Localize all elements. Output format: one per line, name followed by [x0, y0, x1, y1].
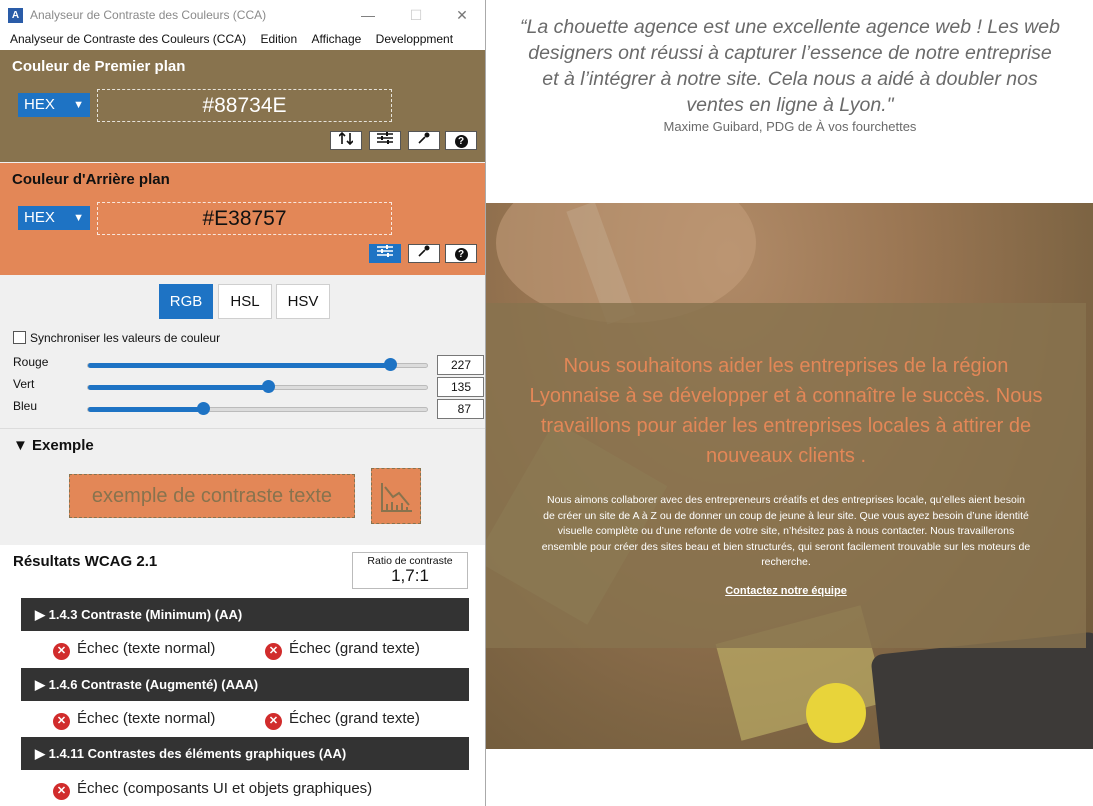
example-toggle[interactable]: ▼ Exemple [13, 437, 94, 454]
slider-label-blue: Bleu [13, 399, 38, 413]
tab-rgb[interactable]: RGB [159, 284, 213, 319]
green-value-input[interactable]: 135 [437, 377, 484, 397]
divider [0, 428, 485, 429]
cca-logo-icon: A [8, 8, 23, 23]
result-item: ✕ Échec (composants UI et objets graphiqu… [53, 780, 372, 800]
foreground-format-select[interactable]: HEX ▼ [18, 93, 90, 117]
slider-label-red: Rouge [13, 355, 49, 369]
tab-hsv[interactable]: HSV [276, 284, 330, 319]
testimonial-quote: “La chouette agence est une excellente a… [520, 16, 1060, 116]
sync-checkbox[interactable]: Synchroniser les valeurs de couleur [13, 331, 220, 345]
result-item: ✕ Échec (texte normal) [53, 710, 215, 730]
foreground-format-value: HEX [24, 96, 55, 113]
maximize-icon[interactable]: ☐ [405, 6, 427, 24]
fail-icon: ✕ [53, 783, 70, 800]
blue-slider[interactable] [87, 402, 428, 415]
foreground-hex-input[interactable]: #88734E [97, 89, 392, 122]
red-slider-fill [88, 363, 390, 368]
checkbox-box[interactable] [13, 331, 26, 344]
cca-window: A Analyseur de Contraste des Couleurs (C… [0, 0, 486, 806]
result-item: ✕ Échec (texte normal) [53, 640, 215, 660]
green-slider[interactable] [87, 380, 428, 393]
criterion-label: 1.4.6 Contraste (Augmenté) (AAA) [48, 677, 259, 692]
result-label: Échec (composants UI et objets graphique… [77, 780, 373, 797]
background-panel: Couleur d'Arrière plan HEX ▼ #E38757 ? [0, 163, 485, 275]
red-value-input[interactable]: 227 [437, 355, 484, 375]
criterion-label: 1.4.11 Contrastes des éléments graphique… [48, 746, 347, 761]
menu-item-affichage[interactable]: Affichage [312, 30, 362, 46]
window-title: Analyseur de Contraste des Couleurs (CCA… [30, 8, 267, 22]
chart-icon [371, 468, 421, 524]
result-label: Échec (grand texte) [289, 710, 420, 727]
testimonial-author: Maxime Guibard, PDG de À vos fourchettes [663, 119, 917, 134]
sample-text-preview: exemple de contraste texte [69, 474, 355, 518]
background-format-value: HEX [24, 209, 55, 226]
swap-icon[interactable] [330, 131, 362, 150]
result-item: ✕ Échec (grand texte) [265, 640, 420, 660]
ratio-value: 1,7:1 [391, 566, 429, 585]
menu-item-developpment[interactable]: Developpment [376, 30, 453, 46]
result-label: Échec (grand texte) [289, 640, 420, 657]
chevron-down-icon: ▼ [73, 99, 84, 111]
sliders-icon[interactable] [369, 244, 401, 263]
background-format-select[interactable]: HEX ▼ [18, 206, 90, 230]
tab-hsl[interactable]: HSL [218, 284, 272, 319]
fail-icon: ✕ [265, 643, 282, 660]
blue-slider-fill [88, 407, 204, 412]
criterion-1-4-11[interactable]: ▶ 1.4.11 Contrastes des éléments graphiq… [21, 737, 469, 770]
eyedropper-icon[interactable] [408, 244, 440, 263]
close-icon[interactable]: ✕ [451, 6, 473, 24]
wcag-results: Résultats WCAG 2.1 Ratio de contraste 1,… [0, 545, 485, 806]
eyedropper-icon[interactable] [408, 131, 440, 150]
caret-right-icon: ▶ [35, 607, 49, 622]
red-slider-thumb[interactable] [383, 358, 397, 371]
fail-icon: ✕ [53, 643, 70, 660]
blue-value-input[interactable]: 87 [437, 399, 484, 419]
hero-photo-phone [870, 631, 1093, 749]
caret-right-icon: ▶ [35, 746, 49, 761]
sync-label: Synchroniser les valeurs de couleur [30, 331, 221, 345]
hero-photo-shape [806, 683, 866, 743]
criterion-1-4-6[interactable]: ▶ 1.4.6 Contraste (Augmenté) (AAA) [21, 668, 469, 701]
menu-item-app[interactable]: Analyseur de Contraste des Couleurs (CCA… [10, 30, 246, 46]
criterion-1-4-3[interactable]: ▶ 1.4.3 Contraste (Minimum) (AA) [21, 598, 469, 631]
help-icon[interactable]: ? [445, 131, 477, 150]
fail-icon: ✕ [265, 713, 282, 730]
foreground-panel: Couleur de Premier plan HEX ▼ #88734E ? [0, 50, 485, 162]
blue-slider-thumb[interactable] [197, 402, 211, 415]
hero-title: Nous souhaitons aider les entreprises de… [529, 355, 1043, 467]
red-slider[interactable] [87, 358, 428, 371]
slider-label-green: Vert [13, 377, 35, 391]
green-slider-thumb[interactable] [261, 380, 275, 393]
title-bar[interactable]: A Analyseur de Contraste des Couleurs (C… [0, 0, 485, 30]
criterion-label: 1.4.3 Contraste (Minimum) (AA) [48, 607, 243, 622]
background-hex-input[interactable]: #E38757 [97, 202, 392, 235]
result-item: ✕ Échec (grand texte) [265, 710, 420, 730]
background-title: Couleur d'Arrière plan [12, 171, 170, 188]
results-title: Résultats WCAG 2.1 [13, 553, 158, 570]
hero-overlay: Nous souhaitons aider les entreprises de… [486, 303, 1086, 648]
sliders-icon[interactable] [369, 131, 401, 150]
menu-bar: Analyseur de Contraste des Couleurs (CCA… [0, 30, 485, 50]
fail-icon: ✕ [53, 713, 70, 730]
caret-right-icon: ▶ [35, 677, 49, 692]
minimize-icon[interactable]: — [357, 6, 379, 24]
menu-item-edition[interactable]: Edition [260, 30, 297, 46]
contrast-ratio: Ratio de contraste 1,7:1 [352, 552, 468, 589]
result-label: Échec (texte normal) [77, 710, 216, 727]
chevron-down-icon: ▼ [73, 212, 84, 224]
help-icon[interactable]: ? [445, 244, 477, 263]
hero-section: Nous souhaitons aider les entreprises de… [486, 203, 1093, 749]
foreground-title: Couleur de Premier plan [12, 58, 186, 75]
contact-link[interactable]: Contactez notre équipe [486, 585, 1086, 597]
result-label: Échec (texte normal) [77, 640, 216, 657]
green-slider-fill [88, 385, 268, 390]
hero-text: Nous aimons collaborer avec des entrepre… [541, 494, 1031, 568]
